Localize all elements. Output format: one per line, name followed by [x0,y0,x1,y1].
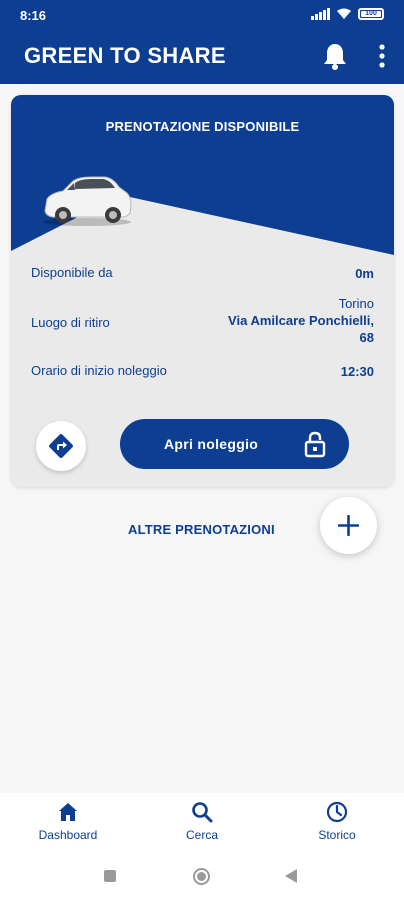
pickup-address: Torino Via Amilcare Ponchielli, 68 [228,295,374,346]
car-image [43,176,132,226]
start-time-value: 12:30 [340,364,374,379]
tab-cerca-label: Cerca [185,828,218,842]
home-button-icon[interactable] [193,868,210,885]
home-icon [59,803,77,821]
tab-dashboard[interactable]: Dashboard [18,801,118,842]
pickup-row: Luogo di ritiro Torino Via Amilcare Ponc… [31,295,374,347]
directions-button[interactable] [36,421,86,471]
search-icon [192,802,213,823]
available-from-label: Disponibile da [31,265,113,280]
notification-bell-icon[interactable] [322,42,348,70]
unlock-icon [304,431,326,458]
signal-icon [311,8,330,20]
clock-icon [326,801,348,823]
open-rental-label: Apri noleggio [164,436,259,452]
pickup-city: Torino [338,296,374,311]
pickup-street-number: 68 [359,330,374,345]
battery-icon: 100 [358,8,384,20]
battery-level: 100 [365,10,377,17]
open-rental-button[interactable]: Apri noleggio [120,419,349,469]
recents-icon[interactable] [104,870,116,882]
app-bar: GREEN TO SHARE [0,30,404,84]
booking-card: PRENOTAZIONE DISPONIBILE FIAT PUNTO DB96… [11,95,394,487]
start-time-label: Orario di inizio noleggio [31,363,167,378]
available-from-value: 0m [355,266,374,281]
chevron-right-icon[interactable] [347,173,369,203]
tab-cerca[interactable]: Cerca [152,801,252,842]
status-bar: 8:16 100 [0,0,404,30]
tab-dashboard-label: Dashboard [38,828,98,842]
status-icons: 100 [311,8,384,20]
tab-storico-label: Storico [318,828,356,842]
plus-icon [338,515,359,536]
status-time: 8:16 [20,8,47,23]
directions-icon [49,434,73,458]
system-navigation-bar [0,851,404,900]
other-bookings-label[interactable]: ALTRE PRENOTAZIONI [128,522,275,537]
booking-title: PRENOTAZIONE DISPONIBILE [105,119,300,134]
vehicle-plate: DB966ET [300,204,362,220]
wifi-icon [337,8,351,19]
pickup-label: Luogo di ritiro [31,315,110,330]
overflow-menu-icon[interactable] [370,42,394,70]
bottom-navigation: Dashboard Cerca Storico [0,793,404,851]
tab-storico[interactable]: Storico [287,801,387,842]
back-icon[interactable] [285,869,297,883]
add-booking-button[interactable] [320,497,377,554]
app-title: GREEN TO SHARE [24,43,226,68]
pickup-street: Via Amilcare Ponchielli, [228,313,374,328]
